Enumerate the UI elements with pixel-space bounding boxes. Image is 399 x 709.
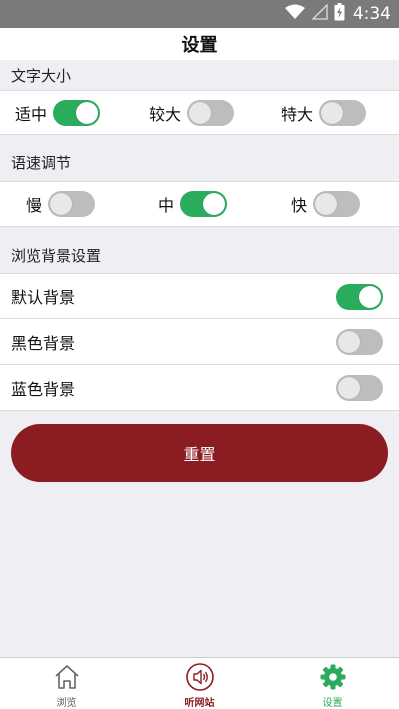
option-label: 慢: [26, 196, 43, 215]
background-blue-switch[interactable]: [336, 375, 383, 401]
option-label: 蓝色背景: [11, 379, 76, 399]
switch-knob: [203, 193, 226, 215]
battery-charging-icon: [334, 3, 345, 25]
switch-knob: [189, 101, 212, 124]
font-size-option-xlarge[interactable]: 特大: [281, 91, 367, 134]
section-header-background: 浏览背景设置: [0, 227, 399, 273]
font-size-row: 适中 较大 特大: [0, 90, 399, 135]
nav-label: 设置: [322, 698, 343, 709]
option-label: 默认背景: [11, 288, 76, 307]
title-bar: 设置: [0, 28, 399, 60]
background-default-switch[interactable]: [336, 284, 383, 310]
switch-knob: [76, 101, 99, 124]
speed-option-medium[interactable]: 中: [158, 182, 228, 226]
option-label: 特大: [281, 104, 314, 124]
speed-option-slow[interactable]: 慢: [26, 182, 96, 226]
option-label: 快: [291, 196, 308, 215]
nav-label: 听网站: [184, 698, 215, 709]
speed-medium-switch[interactable]: [180, 191, 228, 217]
speed-fast-switch[interactable]: [313, 191, 361, 217]
option-label: 较大: [149, 104, 182, 124]
status-icons: 4:34: [284, 0, 391, 28]
speed-option-fast[interactable]: 快: [291, 182, 361, 226]
switch-knob: [321, 101, 344, 124]
option-label: 黑色背景: [11, 333, 76, 353]
font-size-xlarge-switch[interactable]: [319, 99, 367, 126]
option-label: 中: [158, 196, 175, 215]
home-icon: [52, 662, 82, 692]
section-title: 文字大小: [11, 66, 72, 85]
font-size-large-switch[interactable]: [187, 99, 235, 126]
font-size-medium-switch[interactable]: [53, 99, 101, 126]
nav-item-browse[interactable]: 浏览: [0, 658, 133, 709]
font-size-option-large[interactable]: 较大: [149, 91, 235, 134]
speed-slow-switch[interactable]: [48, 191, 96, 217]
switch-knob: [315, 193, 338, 215]
nav-item-settings[interactable]: 设置: [266, 658, 399, 709]
signal-icon: [311, 3, 328, 24]
reset-button[interactable]: 重置: [11, 424, 388, 482]
background-option-default[interactable]: 默认背景: [0, 273, 399, 319]
bottom-nav: 浏览 听网站 设置: [0, 657, 399, 709]
section-title: 浏览背景设置: [11, 246, 102, 265]
switch-knob: [338, 377, 360, 399]
section-header-font-size: 文字大小: [0, 60, 399, 90]
page-title: 设置: [181, 35, 218, 56]
status-time: 4:34: [352, 4, 391, 24]
switch-knob: [50, 193, 73, 215]
section-title: 语速调节: [11, 153, 72, 172]
wifi-icon: [284, 4, 306, 24]
speaker-icon: [185, 662, 215, 692]
font-size-option-medium[interactable]: 适中: [15, 91, 101, 134]
nav-label: 浏览: [56, 698, 77, 709]
background-option-blue[interactable]: 蓝色背景: [0, 365, 399, 411]
status-bar: 4:34: [0, 0, 399, 28]
switch-knob: [338, 331, 360, 353]
background-black-switch[interactable]: [336, 329, 383, 355]
background-option-black[interactable]: 黑色背景: [0, 319, 399, 365]
gear-icon: [318, 662, 348, 692]
nav-item-listen[interactable]: 听网站: [133, 658, 266, 709]
option-label: 适中: [15, 104, 48, 124]
switch-knob: [359, 286, 381, 308]
section-header-speed: 语速调节: [0, 135, 399, 181]
speed-row: 慢 中 快: [0, 181, 399, 227]
